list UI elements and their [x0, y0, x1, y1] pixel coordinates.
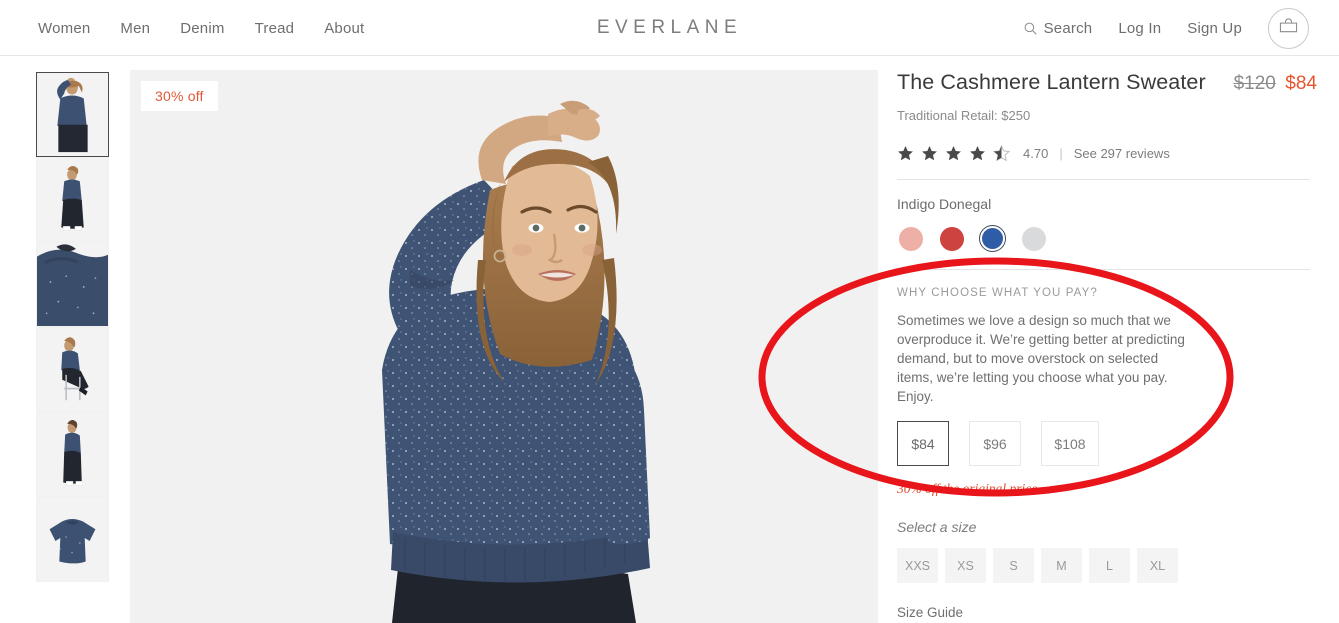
see-reviews-link[interactable]: See 297 reviews — [1074, 146, 1170, 161]
color-swatch-light-grey[interactable] — [1020, 225, 1047, 252]
choose-price-body: Sometimes we love a design so much that … — [897, 313, 1185, 404]
size-button-s[interactable]: S — [993, 548, 1034, 583]
nav-item-denim[interactable]: Denim — [180, 20, 224, 37]
star-icon-1 — [897, 145, 914, 162]
current-price: $84 — [1285, 73, 1317, 94]
color-swatches — [897, 225, 1317, 252]
utility-navigation: Search Log In Sign Up — [1024, 0, 1309, 56]
thumbnail-4[interactable] — [36, 327, 109, 412]
star-icon-2 — [921, 145, 938, 162]
selected-color-name: Indigo Donegal — [897, 196, 992, 212]
thumbnail-5[interactable] — [36, 412, 109, 497]
primary-navigation: Women Men Denim Tread About — [38, 0, 364, 56]
size-button-xxs[interactable]: XXS — [897, 548, 938, 583]
thumbnail-1[interactable] — [36, 72, 109, 157]
star-icon-4 — [969, 145, 986, 162]
shopping-bag-icon — [1278, 16, 1299, 40]
thumbnail-3[interactable] — [36, 242, 109, 327]
price-block: $120 $84 — [1234, 73, 1317, 95]
thumbnail-2[interactable] — [36, 157, 109, 242]
size-prompt: Select a size — [897, 519, 977, 535]
price-option-108[interactable]: $108 — [1041, 421, 1099, 466]
star-icon-3 — [945, 145, 962, 162]
choose-price-heading: WHY CHOOSE WHAT YOU PAY? — [897, 287, 1098, 299]
thumbnail-rail — [36, 72, 109, 582]
size-selector: XXS XS S M L XL — [897, 548, 1317, 583]
size-button-m[interactable]: M — [1041, 548, 1082, 583]
star-rating — [897, 144, 1011, 162]
divider-2 — [897, 269, 1310, 270]
nav-item-men[interactable]: Men — [120, 20, 150, 37]
thumbnail-6[interactable] — [36, 497, 109, 582]
price-option-84[interactable]: $84 — [897, 421, 949, 466]
model-photo — [130, 70, 878, 623]
search-icon — [1024, 22, 1037, 35]
title-price-row: The Cashmere Lantern Sweater $120 $84 — [897, 70, 1317, 95]
rating-row: 4.70 | See 297 reviews — [897, 144, 1317, 162]
nav-item-tread[interactable]: Tread — [255, 20, 295, 37]
price-options: $84 $96 $108 — [897, 421, 1317, 466]
divider-1 — [897, 179, 1310, 180]
product-hero-image[interactable]: 30% off — [130, 70, 878, 623]
rating-value: 4.70 — [1023, 146, 1049, 161]
login-button[interactable]: Log In — [1118, 20, 1161, 37]
price-option-96[interactable]: $96 — [969, 421, 1021, 466]
nav-item-about[interactable]: About — [324, 20, 364, 37]
size-button-l[interactable]: L — [1089, 548, 1130, 583]
original-price: $120 — [1233, 73, 1276, 94]
nav-item-women[interactable]: Women — [38, 20, 90, 37]
size-button-xs[interactable]: XS — [945, 548, 986, 583]
product-detail-page: Women Men Denim Tread About EVERLANE Sea… — [0, 0, 1339, 623]
size-button-xl[interactable]: XL — [1137, 548, 1178, 583]
cart-button[interactable] — [1268, 7, 1309, 49]
discount-badge: 30% off — [141, 81, 218, 111]
color-swatch-indigo[interactable] — [979, 225, 1006, 252]
traditional-retail: Traditional Retail: $250 — [897, 108, 1031, 123]
discount-note: 30% off the original price — [897, 481, 1038, 496]
search-button[interactable]: Search — [1024, 20, 1093, 37]
rating-separator: | — [1059, 146, 1063, 161]
product-details-panel: The Cashmere Lantern Sweater $120 $84 Tr… — [897, 70, 1317, 620]
site-header: Women Men Denim Tread About EVERLANE Sea… — [0, 0, 1339, 56]
star-icon-5-half — [992, 144, 1011, 162]
color-swatch-blush[interactable] — [897, 225, 924, 252]
search-label: Search — [1043, 19, 1093, 37]
color-swatch-red[interactable] — [938, 225, 965, 252]
page-title: The Cashmere Lantern Sweater — [897, 70, 1206, 94]
signup-button[interactable]: Sign Up — [1187, 20, 1242, 37]
size-guide-link[interactable]: Size Guide — [897, 605, 1317, 620]
